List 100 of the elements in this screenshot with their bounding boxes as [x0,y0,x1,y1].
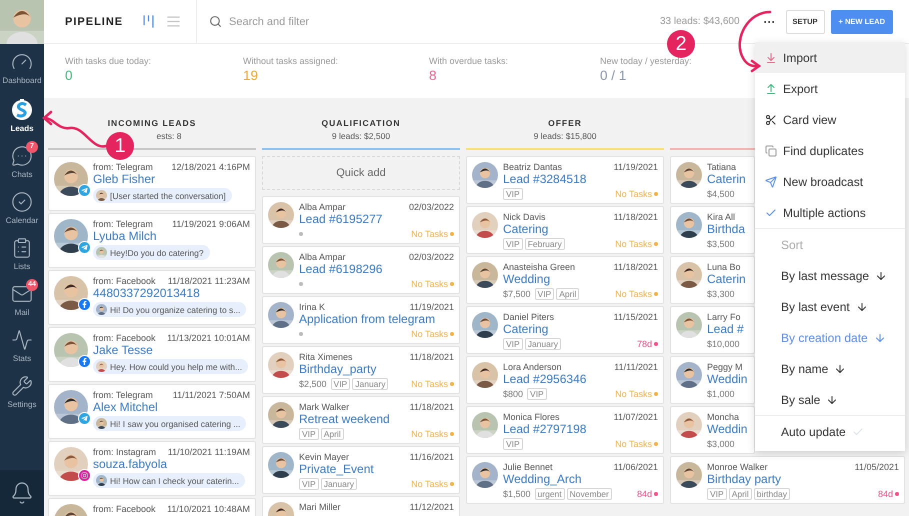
deal-card[interactable]: Julie Bennet 11/06/2021 Wedding_Arch $1,500 urgent November 84d [466,456,664,504]
menu-item[interactable]: Import [755,42,905,73]
deal-title[interactable]: Birthday party [707,472,899,487]
deal-card[interactable]: Monroe Walker 11/05/2021 Birthday party VIP April birthday 84d [670,456,905,504]
deal-card[interactable]: Larry Fo Lead # $10,000 [670,306,755,354]
deal-card[interactable]: Tatiana Caterin $4,500 [670,156,755,204]
telegram-icon [78,412,91,425]
lead-card[interactable]: from: Telegram 11/11/2021 7:50AM Alex Mitchel Hi! I saw you organised catering ... [48,384,256,439]
deal-title[interactable]: Catering [503,222,658,237]
lead-card[interactable]: from: Facebook 11/13/2021 10:01AM Jake Tesse Hey. How could you help me with... [48,327,256,382]
tag: April [556,288,580,300]
deal-title[interactable]: Caterin [707,272,749,287]
deal-card[interactable]: Anasteisha Green 11/18/2021 Wedding $7,500 VIP April No Tasks [466,256,664,304]
sort-option[interactable]: By sale [755,384,905,415]
deal-card[interactable]: Monica Flores 11/07/2021 Lead #2797198 VIP No Tasks [466,406,664,454]
facebook-icon [78,355,91,368]
deal-title[interactable]: Application from telegram [299,312,454,327]
empty-dot-icon [299,332,303,336]
deal-card[interactable]: Kevin Mayer 11/16/2021 Private_Event VIP January No Tasks [262,446,460,494]
deal-card[interactable]: Lora Anderson 11/11/2021 Lead #2956346 $800 VIP No Tasks [466,356,664,404]
deal-card[interactable]: Beatriz Dantas 11/19/2021 Lead #3284518 VIP No Tasks [466,156,664,204]
deal-card[interactable]: Nick Davis 11/18/2021 Catering VIP February No Tasks [466,206,664,254]
lead-card[interactable]: from: Telegram 12/18/2021 4:16PM Gleb Fisher [User started the conversation] [48,156,256,211]
task-status: No Tasks [615,288,658,298]
menu-item[interactable]: Card view [755,104,905,135]
deal-card[interactable]: Rita Ximenes 11/18/2021 Birthday_party $2,500 VIP January No Tasks [262,346,460,394]
quick-add-button[interactable]: Quick add [262,156,460,190]
tag: VIP [503,188,523,200]
nav-item[interactable]: Leads [0,90,44,138]
deal-title[interactable]: Lead #2797198 [503,422,658,437]
lead-name[interactable]: 4480337292013418 [93,286,250,301]
deal-card[interactable]: Luna Bo Caterin $3,300 [670,256,755,304]
empty-dot-icon [299,282,303,286]
deal-title[interactable]: Lead #2956346 [503,372,658,387]
more-button[interactable]: ··· [758,14,782,28]
tag: VIP [527,388,547,400]
upload-icon [765,82,777,94]
menu-item[interactable]: Multiple actions [755,197,905,228]
deal-date: 11/11/2021 [614,362,658,372]
deal-card[interactable]: Peggy M Weddin $1,000 [670,356,755,404]
deal-card[interactable]: Kira All Birthda $3,500 [670,206,755,254]
deal-title[interactable]: Wedding [503,272,658,287]
deal-title[interactable]: Catering [503,322,658,337]
contact-name: Anasteisha Green [503,262,576,272]
deal-title[interactable]: Weddin [707,372,749,387]
deal-title[interactable]: Retreat weekend [299,412,454,427]
lead-source: from: Telegram [93,162,153,172]
deal-title[interactable]: Wedding_Arch [503,472,658,487]
deal-title[interactable]: Lead #3284518 [503,172,658,187]
nav-item[interactable]: Lists [0,230,44,276]
lead-name[interactable]: souza.fabyola [93,457,250,472]
lead-name[interactable]: Lyuba Milch [93,229,250,244]
task-status: No Tasks [615,238,658,248]
deal-date: 11/18/2021 [614,262,658,272]
tag: VIP [330,378,350,390]
sort-option[interactable]: By last event [755,291,905,322]
lead-source: from: Telegram [93,390,153,400]
lead-name[interactable]: Jake Tesse [93,343,250,358]
lead-card[interactable]: from: Facebook 11/10/2021 10:48AM [48,498,256,516]
lead-name[interactable]: Gleb Fisher [93,172,250,187]
menu-item[interactable]: Export [755,73,905,104]
deal-card[interactable]: Mari Miller 11/12/2021 [262,496,460,516]
sort-option[interactable]: By last message [755,260,905,291]
deal-card[interactable]: Irina K 11/19/2021 Application from telegram No Tasks [262,296,460,344]
deal-card[interactable]: Moncha Weddin $3,000 [670,406,755,454]
deal-title[interactable]: Birthda [707,222,749,237]
check-circle-icon [11,191,33,213]
stat-label: New today / yesterday: [600,56,692,66]
menu-item[interactable]: Find duplicates [755,135,905,166]
menu-toggle[interactable]: Auto update [755,416,905,447]
deal-card[interactable]: Alba Ampar 02/03/2022 Lead #6198296 No Tasks [262,246,460,294]
deal-title[interactable]: Lead #6195277 [299,212,454,227]
nav-item[interactable]: Dashboard [0,44,44,90]
lead-card[interactable]: from: Instagram 11/10/2021 11:19AM souza.fabyola Hi! How can I check your caterin... [48,441,256,496]
tag: VIP [299,478,319,490]
deal-card[interactable]: Alba Ampar 02/03/2022 Lead #6195277 No Tasks [262,196,460,244]
nav-item[interactable]: Calendar [0,184,44,230]
lead-name[interactable]: Alex Mitchel [93,400,250,415]
menu-item[interactable]: New broadcast [755,166,905,197]
column-title: QUALIFICATION [322,118,400,128]
stat-value: 0 / 1 [600,68,628,83]
deal-title[interactable]: Birthday_party [299,362,454,377]
lead-card[interactable]: from: Facebook 11/18/2021 11:23AM 4480337292013418 Hi! Do you organize catering to s... [48,270,256,325]
deal-title[interactable]: Lead #6198296 [299,262,454,277]
deal-title[interactable]: Private_Event [299,462,454,477]
contact-name: Mark Walker [299,402,350,412]
nav-item[interactable]: Settings [0,368,44,414]
deal-title[interactable]: Weddin [707,422,749,437]
deal-card[interactable]: Mark Walker 11/18/2021 Retreat weekend VIP April No Tasks [262,396,460,444]
lead-card[interactable]: from: Telegram 11/19/2021 9:06AM Lyuba Milch Hey!Do you do catering? [48,213,256,268]
sort-option[interactable]: By name [755,353,905,384]
deal-card[interactable]: Daniel Piters 11/15/2021 Catering VIP January 78d [466,306,664,354]
message-preview: Hi! Do you organize catering to s... [110,304,240,314]
menu-heading: Sort [780,236,804,254]
deal-title[interactable]: Lead # [707,322,749,337]
telegram-icon [78,241,91,254]
deal-title[interactable]: Caterin [707,172,749,187]
nav-item[interactable]: Stats [0,322,44,368]
message-preview: [User started the conversation] [110,190,226,200]
bell-icon[interactable] [10,481,34,505]
